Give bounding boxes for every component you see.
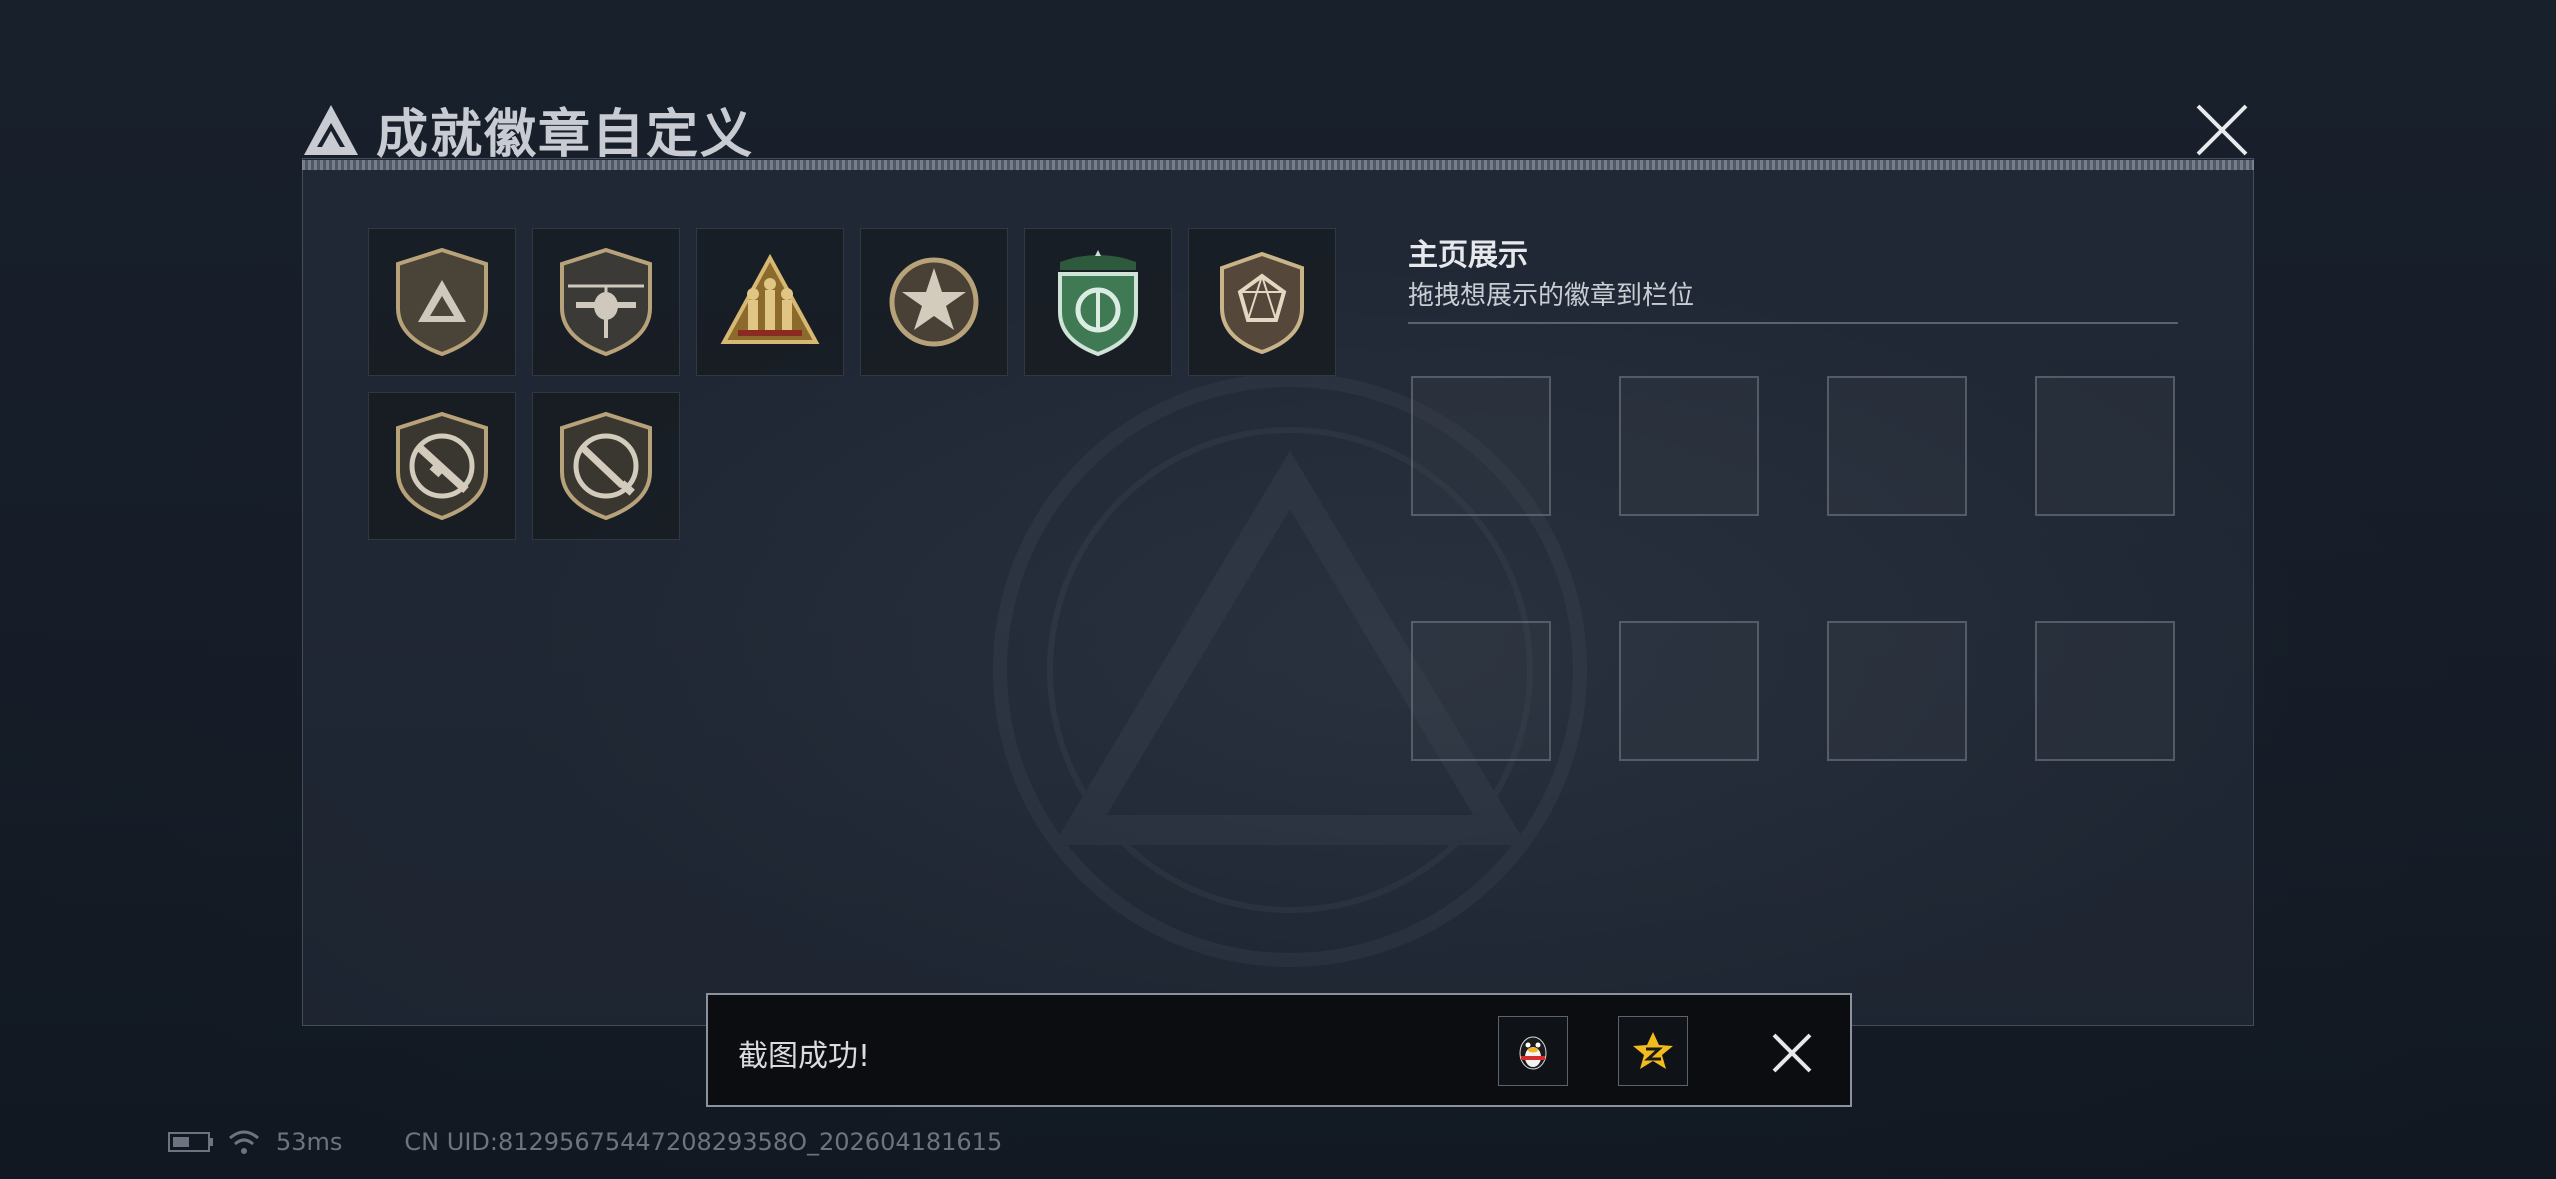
showcase-slot-4[interactable] (2035, 376, 2175, 516)
close-icon[interactable] (1770, 1031, 1814, 1075)
badge-slot-3[interactable] (696, 228, 844, 376)
green-shield-badge-icon (1058, 250, 1138, 357)
badge-slot-4[interactable] (860, 228, 1008, 376)
showcase-slot-7[interactable] (1827, 621, 1967, 761)
badge-slot-2[interactable] (532, 228, 680, 376)
badge-slot-6[interactable] (1188, 228, 1336, 376)
status-bar: 53ms CN UID:8129567544720829358O_2026041… (168, 1128, 1002, 1156)
showcase-slot-3[interactable] (1827, 376, 1967, 516)
showcase-slot-2[interactable] (1619, 376, 1759, 516)
share-qzone-button[interactable] (1618, 1016, 1688, 1086)
rifle-badge-icon (396, 411, 488, 521)
triangle-logo-icon (304, 104, 358, 155)
divider (1408, 322, 2178, 324)
knife-badge-icon (560, 411, 652, 521)
badge-slot-1[interactable] (368, 228, 516, 376)
showcase-slot-6[interactable] (1619, 621, 1759, 761)
gem-shield-badge-icon (1220, 251, 1304, 355)
badge-inventory (368, 228, 1368, 540)
star-badge-icon (889, 257, 979, 347)
badge-slot-5[interactable] (1024, 228, 1172, 376)
toast-message: 截图成功! (738, 1039, 871, 1074)
soldiers-triangle-badge-icon (720, 253, 820, 344)
showcase-slot-5[interactable] (1411, 621, 1551, 761)
helicopter-badge-icon (560, 247, 652, 357)
triangle-shield-badge-icon (396, 247, 488, 357)
page-header: 成就徽章自定义 (300, 92, 754, 167)
badge-slot-7[interactable] (368, 392, 516, 540)
share-qq-button[interactable] (1498, 1016, 1568, 1086)
screenshot-toast: 截图成功! (706, 993, 1852, 1107)
uid-text: CN UID:8129567544720829358O_202604181615 (404, 1128, 1003, 1156)
close-icon[interactable] (2192, 100, 2252, 160)
wifi-icon (229, 1130, 259, 1154)
showcase-subtitle: 拖拽想展示的徽章到栏位 (1408, 281, 1695, 311)
showcase-slot-1[interactable] (1411, 376, 1551, 516)
showcase-title: 主页展示 (1408, 238, 1528, 273)
panel-divider (302, 160, 2254, 170)
badge-slot-8[interactable] (532, 392, 680, 540)
qzone-star-icon (1633, 1032, 1673, 1069)
showcase-slots (1411, 376, 2175, 761)
showcase-slot-8[interactable] (2035, 621, 2175, 761)
qq-penguin-icon (1519, 1036, 1547, 1070)
ping-value: 53ms (276, 1128, 343, 1156)
page-title: 成就徽章自定义 (376, 105, 755, 165)
battery-icon (168, 1132, 213, 1152)
screen: 成就徽章自定义 主页展示 拖拽想展示的徽章到栏位 截图成功! 53ms CN U… (0, 0, 2556, 1179)
